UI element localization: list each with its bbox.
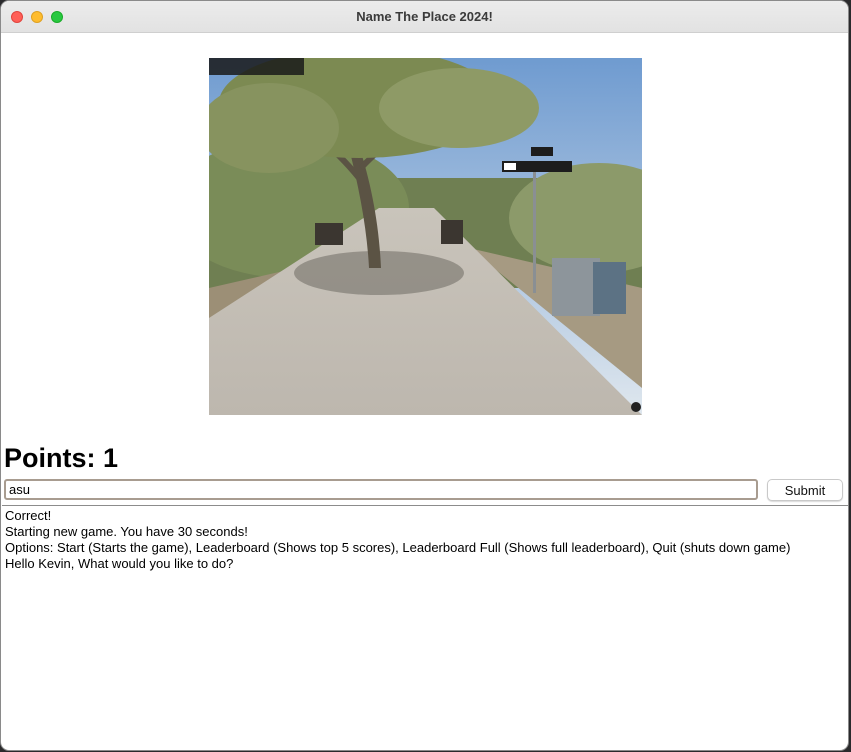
log-line: Starting new game. You have 30 seconds! [5, 524, 248, 539]
app-window: Name The Place 2024! Points: 1 asu Submi… [0, 0, 849, 751]
answer-input[interactable] [4, 479, 758, 500]
points-label: Points: 1 [4, 443, 119, 473]
output-log: Correct! Starting new game. You have 30 … [2, 505, 848, 749]
street-view-photo [209, 58, 642, 415]
submit-button[interactable]: Submit [767, 479, 843, 501]
log-line: Hello Kevin, What would you like to do? [5, 556, 234, 571]
title-bar: Name The Place 2024! [1, 1, 848, 33]
window-title: Name The Place 2024! [356, 9, 493, 24]
log-line: Options: Start (Starts the game), Leader… [5, 540, 791, 555]
log-line: Correct! [5, 508, 52, 523]
